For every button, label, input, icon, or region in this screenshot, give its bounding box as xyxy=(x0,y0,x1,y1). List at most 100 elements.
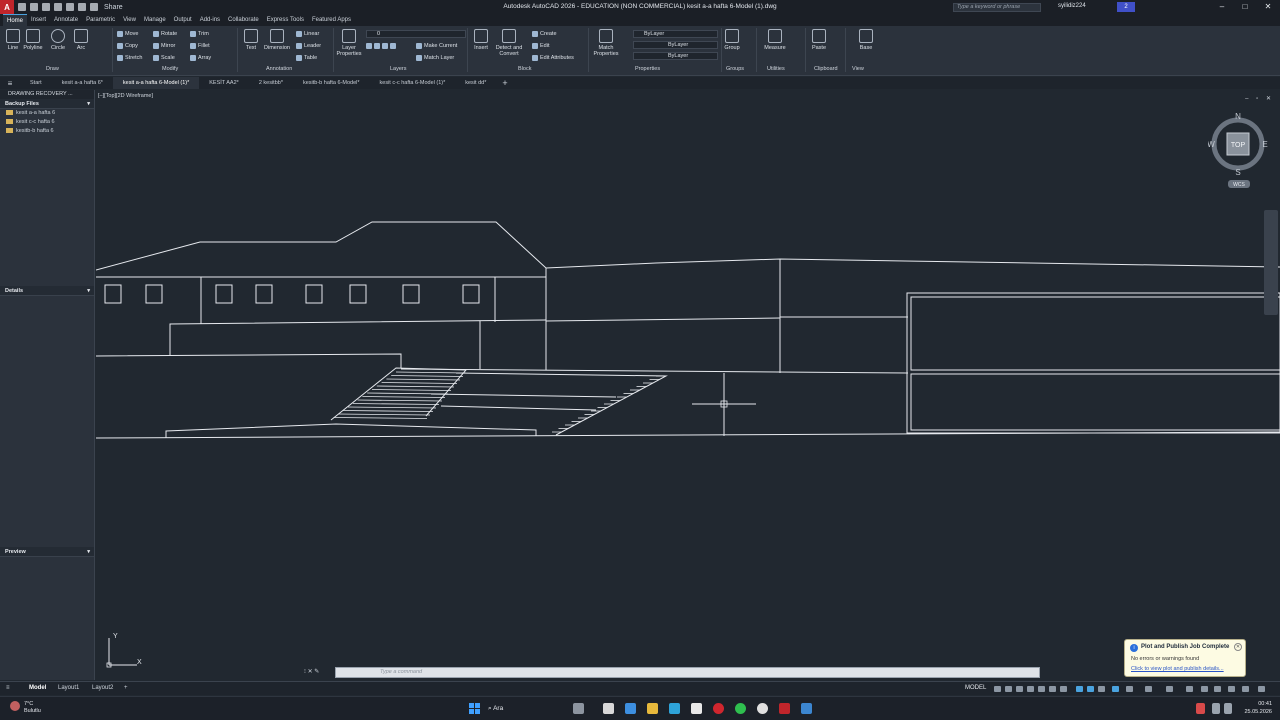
fillet-tool[interactable]: Fillet xyxy=(190,41,210,51)
line-tool[interactable]: Line xyxy=(2,29,24,51)
details-header[interactable]: Details ▾ xyxy=(0,286,94,296)
insert-tool[interactable]: Insert xyxy=(470,29,492,51)
compass-south[interactable]: S xyxy=(1235,168,1240,177)
customization-icon[interactable] xyxy=(1258,686,1265,692)
hardware-accel-icon[interactable] xyxy=(1228,686,1235,692)
weather-widget[interactable]: 7°C Bulutlu xyxy=(24,701,41,715)
whatsapp-icon[interactable] xyxy=(735,703,746,714)
notification-link[interactable]: Click to view plot and publish details..… xyxy=(1131,666,1224,672)
isodraft-icon[interactable] xyxy=(1049,686,1056,692)
doc-tab[interactable]: 2 kesitbb* xyxy=(249,77,293,89)
backup-file-item[interactable]: kesitb-b hafta 6 xyxy=(0,127,94,136)
tab-home[interactable]: Home xyxy=(3,14,28,26)
snap-icon[interactable] xyxy=(1005,686,1012,692)
compass-west[interactable]: W xyxy=(1208,140,1215,149)
modify-panel-title[interactable]: Modify xyxy=(162,66,178,72)
network-icon[interactable] xyxy=(1212,703,1220,714)
infer-icon[interactable] xyxy=(1016,686,1023,692)
command-line[interactable]: ⁝ ✕ ✎ Type a command xyxy=(304,667,1040,678)
lineweight-icon[interactable] xyxy=(1087,686,1094,692)
user-account[interactable]: syilidiz224 xyxy=(1058,3,1086,9)
drawing-viewport[interactable]: [–][Top][2D Wireframe] – ▫ ✕ TOP N S E W… xyxy=(96,90,1280,680)
table-tool[interactable]: Table xyxy=(296,53,317,63)
copy-tool[interactable]: Copy xyxy=(117,41,138,51)
plot-icon[interactable] xyxy=(66,3,74,11)
edit-attributes-tool[interactable]: Edit Attributes xyxy=(532,53,574,63)
doc-tab[interactable]: kesit dd* xyxy=(455,77,496,89)
minimize-button[interactable]: – xyxy=(1214,2,1230,12)
notification-badge[interactable]: 2 xyxy=(1117,2,1135,12)
match-layer-tool[interactable]: Match Layer xyxy=(416,53,454,63)
isolate-icon[interactable] xyxy=(1201,686,1208,692)
text-tool[interactable]: Text xyxy=(240,29,262,51)
system-clock[interactable]: 00:41 25.05.2026 xyxy=(1238,700,1272,716)
widgets-icon[interactable] xyxy=(573,703,584,714)
doc-tab[interactable]: KESİT AA2* xyxy=(199,77,249,89)
navigation-bar[interactable] xyxy=(1264,210,1278,315)
layer-off-icon[interactable] xyxy=(382,42,388,49)
measure-tool[interactable]: Measure xyxy=(762,29,788,51)
doc-tab[interactable]: kesit a-a hafta 6* xyxy=(52,77,113,89)
selection-cycling-icon[interactable] xyxy=(1112,686,1119,692)
annotation-scale-icon[interactable] xyxy=(1126,686,1133,692)
tab-manage[interactable]: Manage xyxy=(140,14,170,26)
match-properties-tool[interactable]: Match Properties xyxy=(592,29,620,57)
layout-menu-icon[interactable]: ≡ xyxy=(6,685,10,691)
gear-icon[interactable] xyxy=(1166,686,1173,692)
workspace-icon[interactable] xyxy=(1145,686,1152,692)
clipboard-panel-title[interactable]: Clipboard xyxy=(814,66,838,72)
new-tab-icon[interactable]: + xyxy=(496,78,513,88)
compass-north[interactable]: N xyxy=(1235,112,1241,121)
circle-tool[interactable]: Circle xyxy=(47,29,69,51)
osnap-icon[interactable] xyxy=(1076,686,1083,692)
move-tool[interactable]: Move xyxy=(117,29,138,39)
backup-files-header[interactable]: Backup Files ▾ xyxy=(0,99,94,109)
microphone-icon[interactable] xyxy=(1196,703,1205,714)
leader-tool[interactable]: Leader xyxy=(296,41,321,51)
groups-panel-title[interactable]: Groups xyxy=(726,66,744,72)
preview-header[interactable]: Preview ▾ xyxy=(0,547,94,557)
doc-tab-active[interactable]: kesit a-a hafta 6-Model (1)* xyxy=(112,77,200,89)
trim-tool[interactable]: Trim xyxy=(190,29,209,39)
redo-icon[interactable] xyxy=(90,3,98,11)
chrome-icon[interactable] xyxy=(757,703,768,714)
tab-collaborate[interactable]: Collaborate xyxy=(224,14,263,26)
tab-model[interactable]: Model xyxy=(29,685,46,691)
compass-east[interactable]: E xyxy=(1262,140,1267,149)
mirror-tool[interactable]: Mirror xyxy=(153,41,175,51)
tab-start[interactable]: Start xyxy=(20,77,52,89)
paste-tool[interactable]: Paste xyxy=(808,29,830,51)
polyline-tool[interactable]: Polyline xyxy=(22,29,44,51)
backup-file-item[interactable]: kesit a-a hafta 6 xyxy=(0,109,94,118)
save-as-icon[interactable] xyxy=(54,3,62,11)
volume-icon[interactable] xyxy=(1224,703,1232,714)
viewcube-top-label[interactable]: TOP xyxy=(1231,142,1246,149)
tab-view[interactable]: View xyxy=(119,14,140,26)
base-tool[interactable]: Base xyxy=(855,29,877,51)
palette-title[interactable]: DRAWING RECOVERY ... xyxy=(0,90,94,99)
close-icon[interactable]: ✕ xyxy=(1234,643,1242,651)
lineweight-dropdown[interactable]: ByLayer xyxy=(633,52,718,60)
tab-express-tools[interactable]: Express Tools xyxy=(263,14,308,26)
new-file-icon[interactable] xyxy=(18,3,26,11)
polar-icon[interactable] xyxy=(1038,686,1045,692)
tracking-icon[interactable] xyxy=(1060,686,1067,692)
linear-tool[interactable]: Linear xyxy=(296,29,319,39)
color-dropdown[interactable]: ByLayer xyxy=(633,30,718,38)
tab-layout1[interactable]: Layout1 xyxy=(58,685,79,691)
doc-tab[interactable]: kesit c-c hafta 6-Model (1)* xyxy=(370,77,456,89)
grid-icon[interactable] xyxy=(994,686,1001,692)
edit-block-tool[interactable]: Edit xyxy=(532,41,549,51)
layer-properties-tool[interactable]: Layer Properties xyxy=(336,29,362,57)
teams-icon[interactable] xyxy=(625,703,636,714)
tab-insert[interactable]: Insert xyxy=(27,14,50,26)
collapse-arrow-icon[interactable]: ▾ xyxy=(87,547,90,557)
wcs-label[interactable]: WCS xyxy=(1233,182,1245,188)
command-line-tools[interactable]: ⁝ ✕ ✎ xyxy=(304,668,334,678)
layers-panel-title[interactable]: Layers xyxy=(390,66,407,72)
properties-panel-title[interactable]: Properties xyxy=(635,66,660,72)
plot-notification-balloon[interactable]: i Plot and Publish Job Complete ✕ No err… xyxy=(1124,639,1246,677)
tab-layout2[interactable]: Layout2 xyxy=(92,685,113,691)
opera-icon[interactable] xyxy=(713,703,724,714)
create-block-tool[interactable]: Create xyxy=(532,29,557,39)
